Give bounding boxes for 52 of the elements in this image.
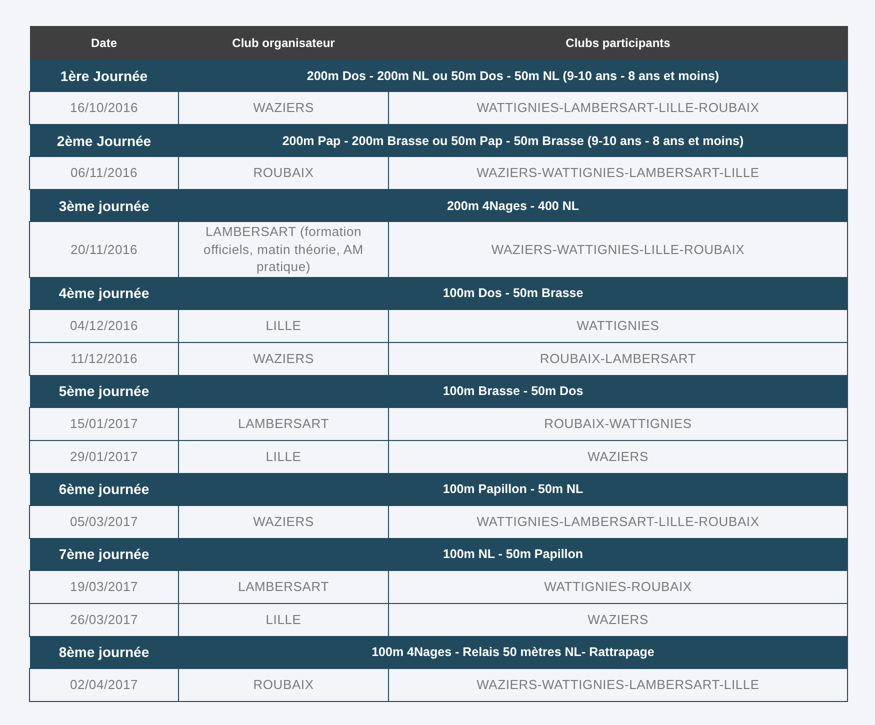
round-events: 100m Dos - 50m Brasse <box>178 277 848 310</box>
table-cell: WAZIERS <box>388 603 848 636</box>
table-cell: WAZIERS <box>388 440 848 474</box>
table-cell: WAZIERS <box>178 92 388 124</box>
table-cell: 19/03/2017 <box>30 570 178 604</box>
round-title: 1ère Journée <box>30 60 178 92</box>
table-cell: 02/04/2017 <box>30 668 178 702</box>
table-cell: LAMBERSART (formation officiels, matin théorie, AM pratique) <box>178 222 388 278</box>
table-cell: 20/11/2016 <box>30 222 178 278</box>
table-cell: WAZIERS <box>178 342 388 376</box>
table-cell: WAZIERS-WATTIGNIES-LAMBERSART-LILLE <box>388 156 848 190</box>
table-cell: ROUBAIX <box>178 668 388 702</box>
round-events: 200m 4Nages - 400 NL <box>178 190 848 222</box>
round-title: 5ème journée <box>30 375 178 408</box>
table-cell: 05/03/2017 <box>30 505 178 538</box>
table-cell: LILLE <box>178 309 388 342</box>
column-header: Clubs participants <box>388 26 848 60</box>
column-header: Club organisateur <box>178 26 388 60</box>
round-events: 100m Papillon - 50m NL <box>178 473 848 506</box>
table-cell: WATTIGNIES-ROUBAIX <box>388 570 848 604</box>
table-cell: ROUBAIX-LAMBERSART <box>388 342 848 376</box>
table-cell: WATTIGNIES <box>388 309 848 342</box>
table-cell: WATTIGNIES-LAMBERSART-LILLE-ROUBAIX <box>388 92 848 124</box>
round-events: 200m Dos - 200m NL ou 50m Dos - 50m NL (9-10 ans - 8 ans et moins) <box>178 60 848 92</box>
round-events: 100m NL - 50m Papillon <box>178 538 848 570</box>
column-header: Date <box>30 26 178 60</box>
round-title: 4ème journée <box>30 277 178 310</box>
table-cell: 15/01/2017 <box>30 407 178 440</box>
round-title: 8ème journée <box>30 636 178 668</box>
table-cell: LILLE <box>178 440 388 474</box>
table-cell: 06/11/2016 <box>30 156 178 190</box>
table-cell: LILLE <box>178 603 388 636</box>
table-cell: WATTIGNIES-LAMBERSART-LILLE-ROUBAIX <box>388 505 848 538</box>
round-title: 6ème journée <box>30 473 178 506</box>
round-events: 100m Brasse - 50m Dos <box>178 375 848 408</box>
table-cell: 29/01/2017 <box>30 440 178 474</box>
round-title: 7ème journée <box>30 538 178 570</box>
round-events: 200m Pap - 200m Brasse ou 50m Pap - 50m Brasse (9-10 ans - 8 ans et moins) <box>178 124 848 156</box>
table-cell: 26/03/2017 <box>30 603 178 636</box>
table-cell: LAMBERSART <box>178 570 388 604</box>
table-cell: 16/10/2016 <box>30 92 178 124</box>
table-cell: 04/12/2016 <box>30 309 178 342</box>
table-cell: ROUBAIX <box>178 156 388 190</box>
table-cell: WAZIERS-WATTIGNIES-LILLE-ROUBAIX <box>388 222 848 278</box>
round-events: 100m 4Nages - Relais 50 mètres NL- Rattrapage <box>178 636 848 668</box>
table-cell: WAZIERS-WATTIGNIES-LAMBERSART-LILLE <box>388 668 848 702</box>
table-cell: ROUBAIX-WATTIGNIES <box>388 407 848 440</box>
round-title: 2ème Journée <box>30 124 178 156</box>
table-cell: 11/12/2016 <box>30 342 178 376</box>
round-title: 3ème journée <box>30 190 178 222</box>
table-cell: LAMBERSART <box>178 407 388 440</box>
table-cell: WAZIERS <box>178 505 388 538</box>
